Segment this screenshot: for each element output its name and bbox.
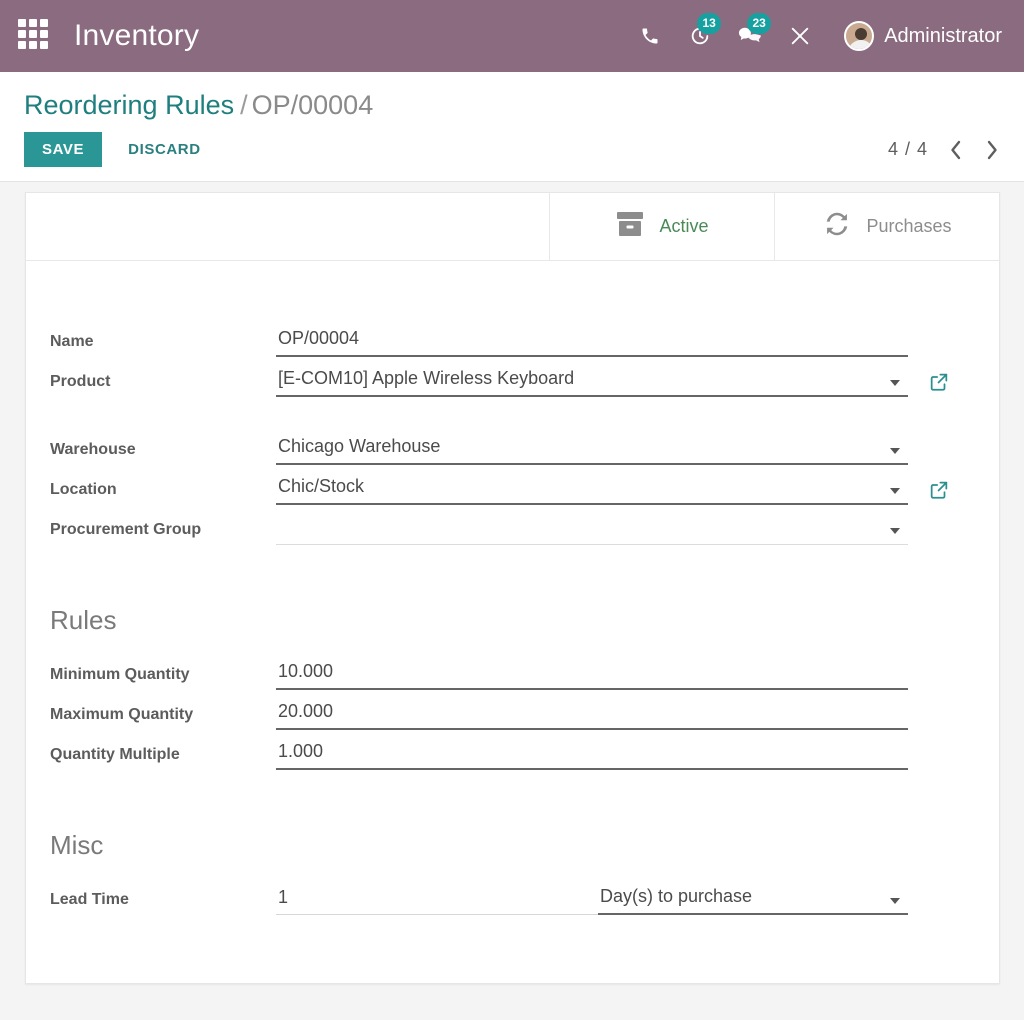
field-group-rules: Minimum Quantity 10.000 Maximum Quantity… [26, 650, 999, 770]
pager-next-button[interactable] [984, 139, 1000, 161]
field-row-procurement-group: Procurement Group [26, 505, 999, 545]
field-control-procurement-group [276, 517, 908, 545]
stat-button-active-label: Active [659, 216, 708, 237]
stat-button-active[interactable]: Active [549, 193, 774, 260]
refresh-sync-icon [822, 210, 852, 243]
breadcrumb-separator: / [240, 90, 248, 120]
breadcrumb-root[interactable]: Reordering Rules [24, 90, 234, 120]
field-row-qty-multiple: Quantity Multiple 1.000 [26, 730, 999, 770]
field-label-name: Name [50, 333, 276, 357]
user-name: Administrator [884, 25, 1002, 48]
breadcrumb-current: OP/00004 [252, 90, 374, 120]
lead-time-unit-select[interactable]: Day(s) to purchase [598, 885, 908, 915]
min-qty-input[interactable]: 10.000 [276, 660, 908, 690]
field-row-name: Name OP/00004 [26, 317, 999, 357]
stat-button-purchases[interactable]: Purchases [774, 193, 999, 260]
max-qty-input[interactable]: 20.000 [276, 700, 908, 730]
field-control-min-qty: 10.000 [276, 660, 908, 690]
archive-box-icon [615, 210, 645, 243]
location-external-link-icon[interactable] [928, 479, 950, 501]
form-sheet: Name OP/00004 Product [E-COM10] Apple Wi… [26, 261, 999, 915]
field-label-min-qty: Minimum Quantity [50, 666, 276, 690]
field-row-min-qty: Minimum Quantity 10.000 [26, 650, 999, 690]
activity-badge: 13 [697, 13, 721, 34]
name-input[interactable]: OP/00004 [276, 327, 908, 357]
tools-icon[interactable] [786, 22, 814, 50]
field-control-location: Chic/Stock [276, 475, 908, 505]
field-row-lead-time: Lead Time 1 Day(s) to purchase [26, 875, 999, 915]
field-row-location: Location Chic/Stock [26, 465, 999, 505]
phone-icon[interactable] [636, 22, 664, 50]
navbar-actions: 13 23 Administrator [636, 21, 1002, 51]
messages-badge: 23 [747, 13, 771, 34]
discard-button[interactable]: DISCARD [114, 132, 215, 167]
field-label-qty-multiple: Quantity Multiple [50, 746, 276, 770]
pager-count: 4 / 4 [888, 139, 928, 160]
messages-icon[interactable]: 23 [736, 22, 764, 50]
field-row-warehouse: Warehouse Chicago Warehouse [26, 425, 999, 465]
control-panel-actions: SAVE DISCARD 4 / 4 [24, 132, 1000, 167]
field-label-max-qty: Maximum Quantity [50, 706, 276, 730]
chevron-down-icon[interactable] [890, 380, 900, 386]
field-control-product: [E-COM10] Apple Wireless Keyboard [276, 367, 908, 397]
avatar [844, 21, 874, 51]
location-input[interactable]: Chic/Stock [276, 475, 908, 505]
field-group-misc: Lead Time 1 Day(s) to purchase [26, 875, 999, 915]
field-group-identification: Name OP/00004 Product [E-COM10] Apple Wi… [26, 317, 999, 397]
breadcrumb: Reordering Rules/OP/00004 [24, 88, 1000, 122]
field-control-warehouse: Chicago Warehouse [276, 435, 908, 465]
field-label-location: Location [50, 481, 276, 505]
control-panel: Reordering Rules/OP/00004 SAVE DISCARD 4… [0, 72, 1024, 182]
form-card: Active Purchases Name OP/00004 [25, 192, 1000, 984]
activity-clock-icon[interactable]: 13 [686, 22, 714, 50]
field-control-name: OP/00004 [276, 327, 908, 357]
save-button[interactable]: SAVE [24, 132, 102, 167]
app-title: Inventory [74, 19, 199, 53]
apps-grid-icon[interactable] [18, 19, 52, 53]
section-title-rules: Rules [26, 605, 999, 636]
field-control-max-qty: 20.000 [276, 700, 908, 730]
field-label-warehouse: Warehouse [50, 441, 276, 465]
page-body: Active Purchases Name OP/00004 [0, 182, 1024, 1020]
top-navbar: Inventory 13 23 [0, 0, 1024, 72]
chevron-down-icon[interactable] [890, 488, 900, 494]
field-label-procurement-group: Procurement Group [50, 521, 276, 545]
product-input[interactable]: [E-COM10] Apple Wireless Keyboard [276, 367, 908, 397]
field-row-product: Product [E-COM10] Apple Wireless Keyboar… [26, 357, 999, 397]
record-pager: 4 / 4 [888, 139, 1000, 161]
chevron-down-icon[interactable] [890, 898, 900, 904]
field-row-max-qty: Maximum Quantity 20.000 [26, 690, 999, 730]
stat-button-purchases-label: Purchases [866, 216, 951, 237]
section-title-misc: Misc [26, 830, 999, 861]
product-external-link-icon[interactable] [928, 371, 950, 393]
field-control-lead-time: 1 Day(s) to purchase [276, 885, 908, 915]
field-control-qty-multiple: 1.000 [276, 740, 908, 770]
field-label-product: Product [50, 373, 276, 397]
procurement-group-input[interactable] [276, 517, 908, 545]
user-menu[interactable]: Administrator [844, 21, 1002, 51]
lead-time-unit-value: Day(s) to purchase [598, 885, 908, 915]
field-group-location: Warehouse Chicago Warehouse Location Chi… [26, 425, 999, 545]
warehouse-input[interactable]: Chicago Warehouse [276, 435, 908, 465]
pager-previous-button[interactable] [948, 139, 964, 161]
chevron-down-icon[interactable] [890, 528, 900, 534]
chevron-down-icon[interactable] [890, 448, 900, 454]
stat-button-bar: Active Purchases [26, 193, 999, 261]
qty-multiple-input[interactable]: 1.000 [276, 740, 908, 770]
lead-time-input[interactable]: 1 [276, 886, 598, 915]
field-label-lead-time: Lead Time [50, 891, 276, 915]
